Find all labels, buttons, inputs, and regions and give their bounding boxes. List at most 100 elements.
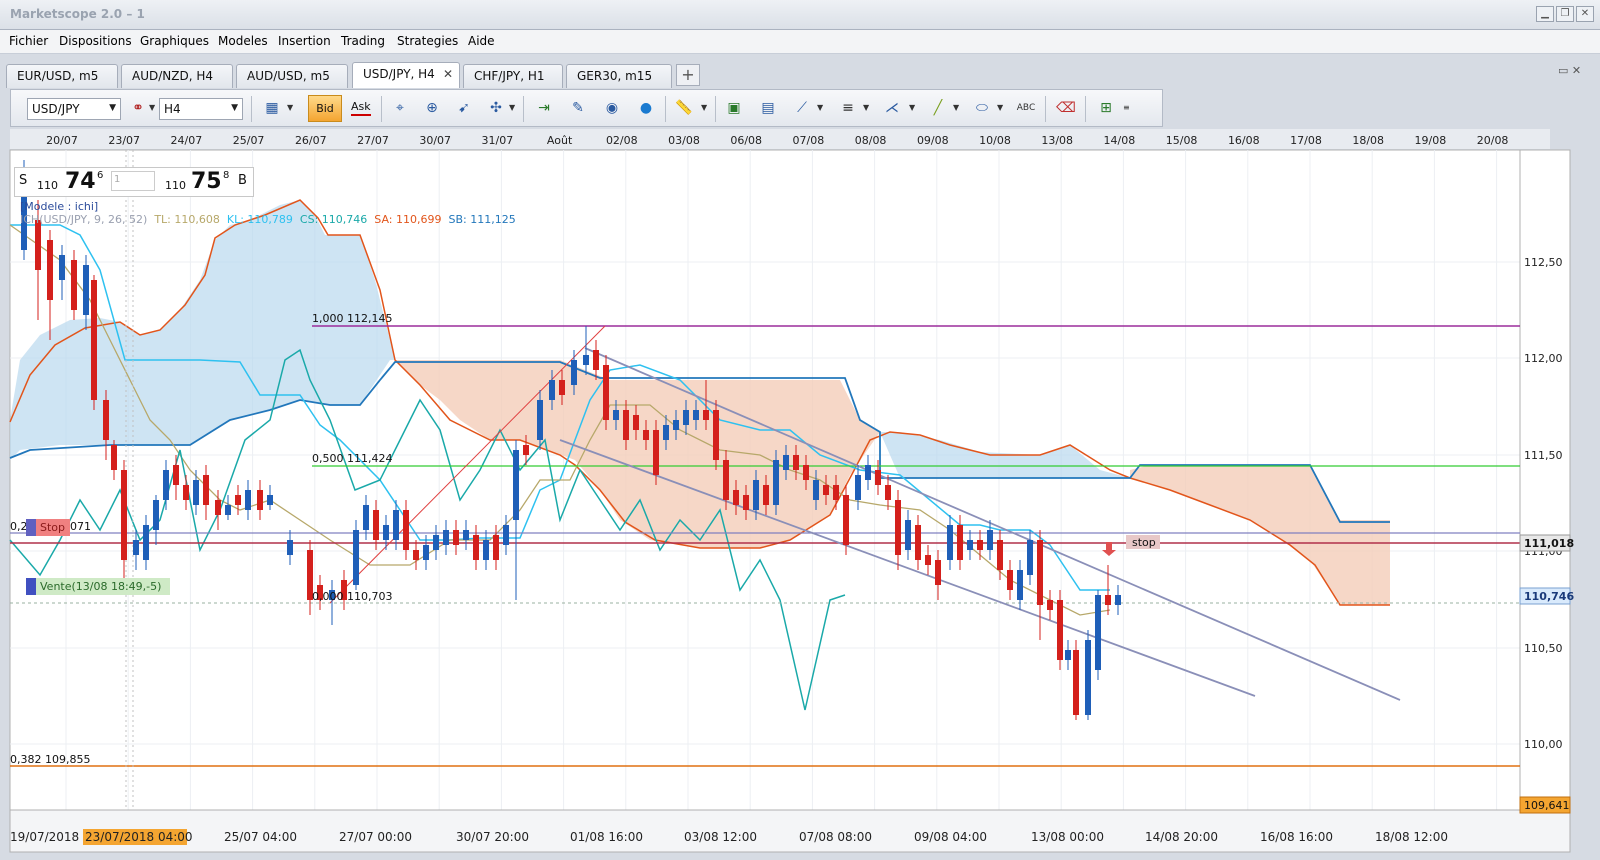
candle-body [225, 505, 231, 515]
candle-body [603, 365, 609, 420]
candle-body [1007, 570, 1013, 590]
top-date-label: 14/08 [1104, 134, 1136, 147]
candle-body [413, 550, 419, 560]
top-date-label: 17/08 [1290, 134, 1322, 147]
candle-body [915, 525, 921, 560]
candle-body [483, 540, 489, 560]
candle-body [905, 520, 911, 550]
candle-body [193, 480, 199, 505]
fib-382-label: 0,382 109,855 [10, 753, 90, 766]
candle-body [1017, 570, 1023, 600]
candle-body [363, 505, 369, 530]
candle-body [743, 495, 749, 510]
candle-body [723, 460, 729, 500]
candle-body [143, 525, 149, 560]
candle-body [133, 540, 139, 555]
stop-right-label: stop [1132, 536, 1156, 549]
candle-body [855, 475, 861, 500]
top-date-label: 27/07 [357, 134, 389, 147]
candle-body [865, 465, 871, 480]
candle-body [925, 555, 931, 565]
candle-body [215, 500, 221, 515]
sell-fraction: 6 [97, 170, 104, 181]
stop-tag-marker [26, 519, 36, 536]
lot-input[interactable]: 1 [111, 171, 155, 191]
indicator-sa: SA: 110,699 [374, 213, 442, 226]
stop-price-label: 111,018 [1524, 537, 1574, 550]
price-label: 112,50 [1524, 256, 1563, 269]
candle-body [813, 480, 819, 500]
top-date-label: 10/08 [979, 134, 1011, 147]
vente-tag-label: Vente(13/08 18:49,-5) [40, 580, 161, 593]
top-date-label: 24/07 [171, 134, 203, 147]
candle-body [713, 410, 719, 460]
buy-pips[interactable]: 75 [191, 169, 222, 194]
candle-body [287, 540, 293, 555]
buy-label[interactable]: B [238, 173, 247, 188]
candle-body [121, 470, 127, 560]
top-date-label: 03/08 [668, 134, 700, 147]
fib-left-2-label: 0,2 [10, 520, 28, 533]
candle-body [1073, 650, 1079, 715]
price-axis [1519, 149, 1571, 811]
candle-body [153, 500, 159, 530]
bottom-date-label: 07/08 08:00 [799, 830, 872, 844]
candle-body [267, 495, 273, 505]
candle-body [513, 450, 519, 520]
candle-body [935, 560, 941, 585]
candle-body [1085, 640, 1091, 715]
bottom-date-label: 09/08 04:00 [914, 830, 987, 844]
indicator-kl: KL: 110,789 [226, 213, 293, 226]
candle-body [393, 510, 399, 540]
candle-body [673, 420, 679, 430]
candle-body [1027, 540, 1033, 575]
sell-pips[interactable]: 74 [65, 169, 96, 194]
candle-body [793, 455, 799, 470]
candle-body [843, 495, 849, 545]
candle-body [403, 510, 409, 550]
candle-body [453, 530, 459, 545]
candle-body [947, 525, 953, 560]
candle-body [663, 425, 669, 440]
candle-body [35, 220, 41, 270]
candle-body [503, 525, 509, 545]
top-date-label: 20/07 [46, 134, 78, 147]
candle-body [91, 280, 97, 400]
candle-body [633, 415, 639, 430]
buy-fraction: 8 [223, 170, 230, 181]
bottom-date-label: 03/08 12:00 [684, 830, 757, 844]
vente-tag-marker [26, 578, 36, 595]
candle-body [383, 525, 389, 540]
fib-071-label: 071 [70, 520, 91, 533]
top-date-label: 15/08 [1166, 134, 1198, 147]
candle-body [693, 410, 699, 420]
candle-body [803, 465, 809, 480]
top-date-label: 16/08 [1228, 134, 1260, 147]
candle-body [733, 490, 739, 505]
candle-body [523, 445, 529, 455]
candle-body [643, 430, 649, 440]
top-date-label: 30/07 [419, 134, 451, 147]
candle-body [593, 350, 599, 370]
candle-body [753, 480, 759, 510]
sell-label[interactable]: S [19, 173, 27, 188]
top-date-label: 09/08 [917, 134, 949, 147]
candle-body [875, 470, 881, 485]
candle-body [703, 410, 709, 420]
top-date-label: Août [547, 134, 573, 147]
bottom-date-label: 30/07 20:00 [456, 830, 529, 844]
candle-body [895, 500, 901, 555]
bottom-date-label: 25/07 04:00 [224, 830, 297, 844]
candle-body [997, 540, 1003, 570]
candle-body [203, 475, 209, 505]
bottom-date-label: 13/08 00:00 [1031, 830, 1104, 844]
candle-body [71, 260, 77, 310]
price-chart[interactable]: 20/07 23/07 24/07 25/07 26/07 27/07 30/07 31/07… [0, 0, 1600, 860]
candle-body [373, 510, 379, 540]
bottom-date-label: 27/07 00:00 [339, 830, 412, 844]
price-label: 110,50 [1524, 642, 1563, 655]
top-date-label: 08/08 [855, 134, 887, 147]
candle-body [977, 540, 983, 550]
top-date-label: 02/08 [606, 134, 638, 147]
indicator-legend: ICH(USD/JPY, 9, 26, 52) TL: 110,608 KL: … [20, 213, 516, 226]
